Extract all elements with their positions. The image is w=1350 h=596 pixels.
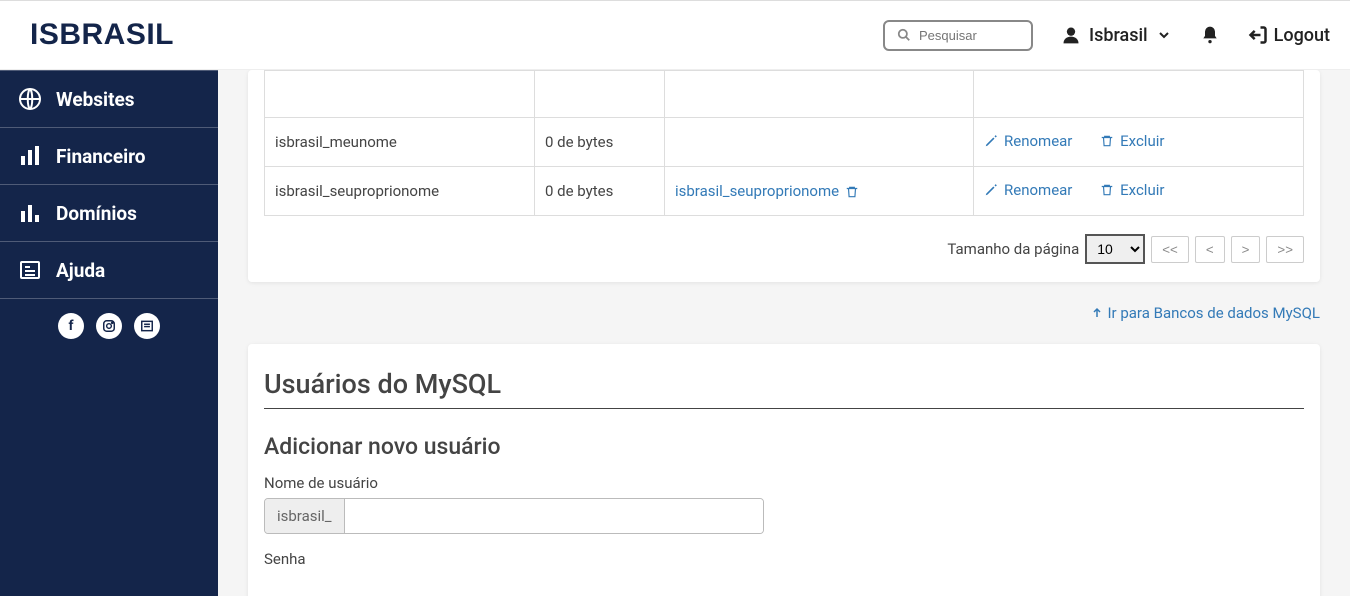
topbar: ISBRASIL Isbrasil Logout xyxy=(0,0,1350,70)
user-menu[interactable]: Isbrasil xyxy=(1061,25,1172,46)
username-input-group: isbrasil_ xyxy=(264,498,764,534)
rename-button[interactable]: Renomear xyxy=(984,181,1072,199)
trash-icon[interactable] xyxy=(845,185,859,199)
add-user-title: Adicionar novo usuário xyxy=(264,433,1304,460)
instagram-icon[interactable] xyxy=(96,313,122,339)
sidebar: Websites Financeiro Domínios Ajuda f xyxy=(0,70,218,596)
trash-icon xyxy=(1100,134,1114,148)
news-icon xyxy=(18,258,42,282)
topbar-right: Isbrasil Logout xyxy=(883,20,1330,51)
username-prefix: isbrasil_ xyxy=(265,499,345,533)
databases-card: Banco de dados Tamanho Usuários privileg… xyxy=(248,70,1320,282)
cell-user: isbrasil_seuproprionome xyxy=(665,167,974,216)
notifications-button[interactable] xyxy=(1200,25,1220,45)
news-social-icon[interactable] xyxy=(134,313,160,339)
page-size-select[interactable]: 10 xyxy=(1085,234,1145,264)
cell-actions: Renomear Excluir xyxy=(974,118,1304,167)
pagination: Tamanho da página 10 << < > >> xyxy=(264,234,1304,264)
main-content: Banco de dados Tamanho Usuários privileg… xyxy=(218,70,1350,596)
chevron-down-icon xyxy=(1156,27,1172,43)
password-label: Senha xyxy=(264,550,1304,568)
cell-user xyxy=(665,118,974,167)
search-input[interactable] xyxy=(919,28,1019,43)
username-input[interactable] xyxy=(345,499,763,533)
sidebar-item-websites[interactable]: Websites xyxy=(0,70,218,128)
databases-table: Banco de dados Tamanho Usuários privileg… xyxy=(264,70,1304,216)
bell-icon xyxy=(1200,25,1220,45)
sidebar-socials: f xyxy=(0,299,218,353)
db-user-link[interactable]: isbrasil_seuproprionome xyxy=(675,182,839,200)
cell-dbname: isbrasil_seuproprionome xyxy=(265,167,535,216)
search-box[interactable] xyxy=(883,20,1033,51)
cell-size: 0 de bytes xyxy=(535,118,665,167)
arrow-up-icon xyxy=(1091,307,1103,319)
facebook-icon[interactable]: f xyxy=(58,313,84,339)
delete-button[interactable]: Excluir xyxy=(1100,132,1164,150)
trash-icon xyxy=(1100,183,1114,197)
cell-actions: Renomear Excluir xyxy=(974,167,1304,216)
pencil-icon xyxy=(984,183,998,197)
pager-next[interactable]: > xyxy=(1231,236,1261,263)
delete-button[interactable]: Excluir xyxy=(1100,181,1164,199)
sidebar-item-financeiro[interactable]: Financeiro xyxy=(0,128,218,185)
chart-bar-icon xyxy=(18,144,42,168)
username-label: Nome de usuário xyxy=(264,474,1304,492)
table-row: isbrasil_meunome 0 de bytes Renomear Exc… xyxy=(265,118,1304,167)
logout-icon xyxy=(1248,25,1268,45)
sidebar-item-label: Domínios xyxy=(56,202,137,225)
table-row: isbrasil_seuproprionome 0 de bytes isbra… xyxy=(265,167,1304,216)
sidebar-item-ajuda[interactable]: Ajuda xyxy=(0,242,218,299)
pager-prev[interactable]: < xyxy=(1195,236,1225,263)
user-name: Isbrasil xyxy=(1089,25,1148,46)
cell-size: 0 de bytes xyxy=(535,167,665,216)
sidebar-item-label: Websites xyxy=(56,88,135,111)
rename-button[interactable]: Renomear xyxy=(984,132,1072,150)
cell-dbname: isbrasil_meunome xyxy=(265,118,535,167)
th-actions: Ações xyxy=(974,71,1304,118)
users-card: Usuários do MySQL Adicionar novo usuário… xyxy=(248,344,1320,596)
logout-button[interactable]: Logout xyxy=(1248,25,1330,46)
pencil-icon xyxy=(984,134,998,148)
search-icon xyxy=(897,28,911,42)
globe-icon xyxy=(18,87,42,111)
goto-mysql-link[interactable]: Ir para Bancos de dados MySQL xyxy=(248,304,1320,322)
user-icon xyxy=(1061,25,1081,45)
th-size: Tamanho xyxy=(535,71,665,118)
logout-label: Logout xyxy=(1274,25,1330,46)
pager-first[interactable]: << xyxy=(1151,236,1189,263)
sidebar-item-label: Financeiro xyxy=(56,145,146,168)
brand-logo: ISBRASIL xyxy=(30,18,174,52)
users-section-title: Usuários do MySQL xyxy=(264,368,1304,409)
page-size-label: Tamanho da página xyxy=(947,240,1079,258)
th-users: Usuários privilegiados xyxy=(665,71,974,118)
pager-last[interactable]: >> xyxy=(1266,236,1304,263)
sidebar-item-label: Ajuda xyxy=(56,259,105,282)
th-database: Banco de dados xyxy=(265,71,535,118)
bars-icon xyxy=(18,201,42,225)
sidebar-item-dominios[interactable]: Domínios xyxy=(0,185,218,242)
